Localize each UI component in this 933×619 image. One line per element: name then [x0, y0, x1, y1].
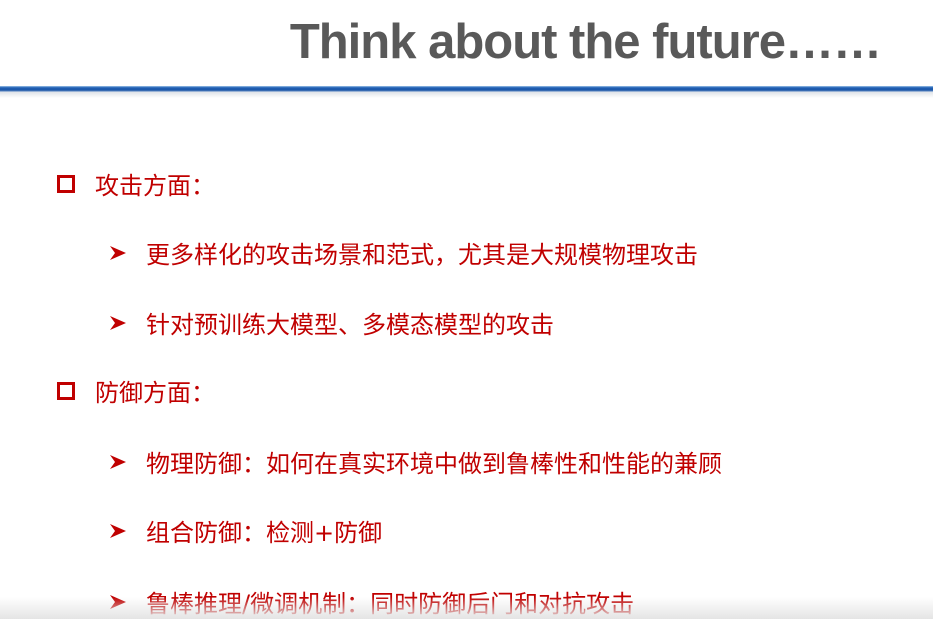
- list-item-text: 针对预训练大模型、多模态模型的攻击: [146, 311, 554, 339]
- section-label: 攻击方面：: [95, 172, 215, 200]
- list-item: 物理防御：如何在真实环境中做到鲁棒性和性能的兼顾: [108, 444, 722, 479]
- slide-title: Think about the future……: [289, 15, 882, 69]
- bottom-shade: [0, 597, 933, 619]
- list-item-text: 更多样化的攻击场景和范式，尤其是大规模物理攻击: [146, 241, 698, 269]
- list-item-text: 组合防御：检测+防御: [146, 519, 383, 547]
- section-defense: 防御方面：: [57, 373, 215, 408]
- section-label: 防御方面：: [95, 379, 215, 407]
- square-bullet-icon: [57, 381, 75, 400]
- list-item: 更多样化的攻击场景和范式，尤其是大规模物理攻击: [108, 235, 698, 270]
- arrow-bullet-icon: [110, 245, 126, 260]
- arrow-bullet-icon: [110, 523, 126, 538]
- list-item: 针对预训练大模型、多模态模型的攻击: [108, 305, 554, 340]
- list-item: 组合防御：检测+防御: [108, 513, 382, 548]
- square-bullet-icon: [57, 174, 75, 193]
- arrow-bullet-icon: [110, 454, 126, 469]
- section-attack: 攻击方面：: [57, 166, 215, 201]
- list-item-text: 物理防御：如何在真实环境中做到鲁棒性和性能的兼顾: [146, 450, 722, 478]
- divider-shadow: [0, 92, 933, 98]
- arrow-bullet-icon: [110, 315, 126, 330]
